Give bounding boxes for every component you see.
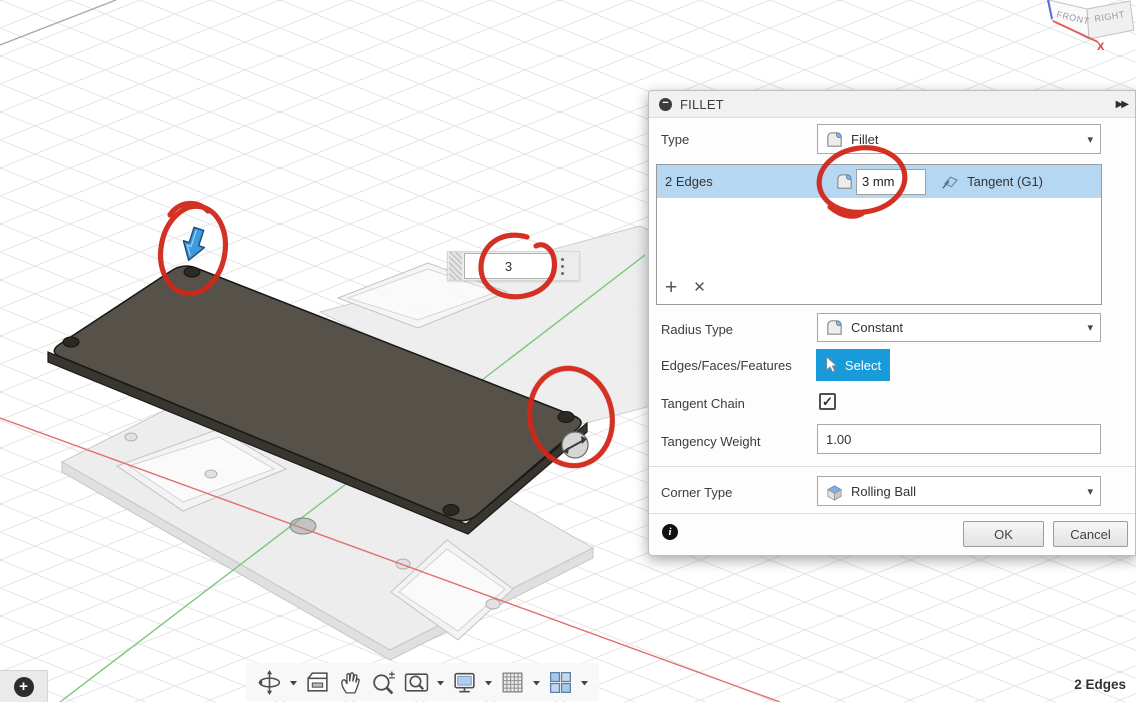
grid-display-icon[interactable] <box>499 669 526 696</box>
radius-type-dropdown[interactable]: Constant ▾ <box>817 313 1101 342</box>
selection-status: 2 Edges <box>1074 677 1126 692</box>
zoom-icon[interactable]: ± <box>370 669 397 696</box>
fillet-radius-input[interactable] <box>464 253 553 279</box>
base-hole <box>486 599 500 609</box>
radius-type-label: Radius Type <box>661 322 733 337</box>
drag-handle[interactable] <box>449 252 462 280</box>
edge-radius-field[interactable]: 3 mm <box>856 169 926 195</box>
chevron-down-icon: ▾ <box>1087 485 1093 498</box>
fit-icon[interactable] <box>403 669 430 696</box>
select-button[interactable]: Select <box>816 349 890 381</box>
viewcube-x-label: X <box>1097 41 1105 53</box>
tangent-icon <box>941 172 960 191</box>
svg-text:±: ± <box>389 669 395 681</box>
viewports-icon[interactable] <box>547 669 574 696</box>
corner-type-dropdown[interactable]: Rolling Ball ▾ <box>817 476 1101 506</box>
select-button-label: Select <box>845 358 881 373</box>
selection-label: Edges/Faces/Features <box>661 358 792 373</box>
viewports-dropdown-icon[interactable] <box>580 669 589 695</box>
fillet-icon <box>835 172 854 191</box>
screw-hole[interactable] <box>184 267 200 277</box>
type-label: Type <box>661 132 689 147</box>
more-options-icon[interactable] <box>561 258 564 275</box>
show-panel-button[interactable]: + <box>0 670 48 702</box>
type-dropdown[interactable]: Fillet ▾ <box>817 124 1101 154</box>
tangency-weight-input[interactable] <box>817 424 1101 454</box>
pan-icon[interactable] <box>337 669 364 696</box>
fit-dropdown-icon[interactable] <box>436 669 445 695</box>
fillet-sphere-manipulator[interactable] <box>562 432 588 458</box>
ok-button[interactable]: OK <box>963 521 1044 547</box>
tangent-chain-label: Tangent Chain <box>661 396 745 411</box>
dialog-header[interactable]: − FILLET ▶▶ <box>649 91 1135 118</box>
base-hole <box>125 433 137 441</box>
display-settings-icon[interactable] <box>451 669 478 696</box>
rolling-ball-icon <box>825 482 844 501</box>
edge-continuity-dropdown[interactable]: Tangent (G1) <box>941 172 1043 191</box>
edge-radius-value: 3 mm <box>862 174 895 189</box>
cancel-button[interactable]: Cancel <box>1053 521 1128 547</box>
navigation-toolbar: ± <box>246 663 599 701</box>
tangent-chain-checkbox[interactable]: ✓ <box>819 393 836 410</box>
dimension-input-widget <box>447 251 580 281</box>
look-at-icon[interactable] <box>304 669 331 696</box>
orbit-dropdown-icon[interactable] <box>289 669 298 695</box>
plus-icon: + <box>14 677 34 697</box>
edge-continuity-value: Tangent (G1) <box>967 174 1043 189</box>
display-dropdown-icon[interactable] <box>484 669 493 695</box>
fillet-dialog: − FILLET ▶▶ Type Fillet ▾ 2 Edges 3 mm <box>648 90 1136 556</box>
divider <box>649 466 1135 467</box>
collapse-icon[interactable]: − <box>659 98 672 111</box>
orbit-icon[interactable] <box>256 669 283 696</box>
screw-hole[interactable] <box>63 337 79 347</box>
dialog-title: FILLET <box>680 97 724 112</box>
remove-edge-set-button[interactable]: ✕ <box>693 278 706 298</box>
constant-radius-icon <box>825 318 844 337</box>
base-hole <box>205 470 217 478</box>
info-icon[interactable]: i <box>662 524 678 540</box>
tangency-weight-label: Tangency Weight <box>661 434 761 449</box>
corner-type-label: Corner Type <box>661 485 732 500</box>
chevron-down-icon: ▾ <box>1087 133 1093 146</box>
add-edge-set-button[interactable]: + <box>665 278 677 298</box>
detach-icon[interactable]: ▶▶ <box>1116 99 1127 110</box>
type-value: Fillet <box>851 132 878 147</box>
chevron-down-icon: ▾ <box>1087 321 1093 334</box>
cursor-icon <box>825 357 839 373</box>
edge-set-name: 2 Edges <box>665 174 835 189</box>
radius-type-value: Constant <box>851 320 903 335</box>
corner-type-value: Rolling Ball <box>851 484 916 499</box>
screw-hole[interactable] <box>558 412 574 423</box>
screw-hole[interactable] <box>443 505 459 516</box>
edge-set-row[interactable]: 2 Edges 3 mm Tangent (G1) <box>657 165 1101 198</box>
fillet-icon <box>825 130 844 149</box>
grid-dropdown-icon[interactable] <box>532 669 541 695</box>
edge-set-list: 2 Edges 3 mm Tangent (G1) + ✕ <box>656 164 1102 305</box>
divider <box>649 513 1135 514</box>
origin-marker[interactable] <box>290 518 316 534</box>
